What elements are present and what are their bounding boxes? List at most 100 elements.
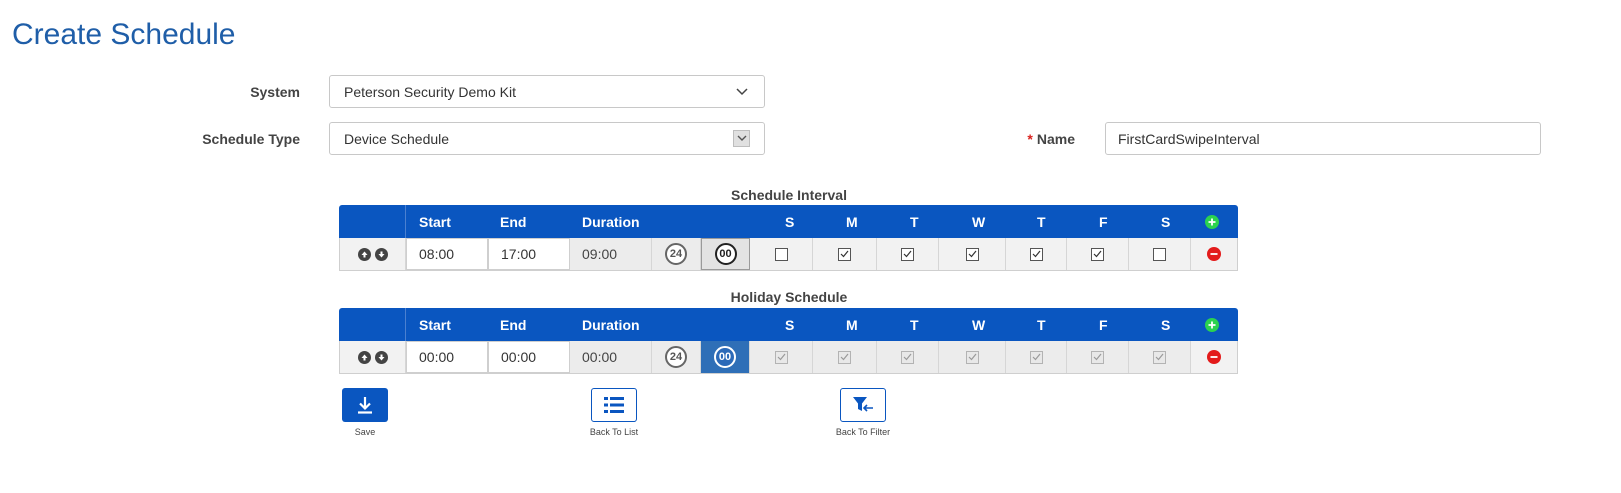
name-label-text: Name bbox=[1036, 131, 1075, 147]
clock-24-icon: 24 bbox=[665, 346, 687, 368]
required-mark: * bbox=[1027, 131, 1033, 147]
start-time-input[interactable]: 00:00 bbox=[406, 341, 488, 373]
arrow-down-icon[interactable] bbox=[374, 350, 388, 364]
day-fri-checkbox[interactable] bbox=[1067, 238, 1129, 270]
header-day-sun: S bbox=[785, 213, 795, 230]
zero-00-button[interactable]: 00 bbox=[701, 341, 750, 373]
name-input[interactable]: FirstCardSwipeInterval bbox=[1105, 122, 1541, 155]
minus-icon bbox=[1207, 350, 1221, 364]
end-time-input[interactable]: 00:00 bbox=[488, 341, 570, 373]
schedule-interval-header: Start End Duration S M T W T F S bbox=[339, 205, 1238, 238]
reorder-controls bbox=[340, 341, 406, 373]
header-day-sat: S bbox=[1161, 213, 1171, 230]
duration-value: 09:00 bbox=[570, 238, 652, 270]
save-button[interactable] bbox=[342, 388, 388, 422]
day-sun-checkbox[interactable] bbox=[750, 238, 813, 270]
header-duration: Duration bbox=[582, 316, 640, 333]
header-day-wed: W bbox=[972, 316, 986, 333]
checkbox-icon bbox=[1091, 350, 1104, 364]
start-time-input[interactable]: 08:00 bbox=[406, 238, 488, 270]
header-day-tue: T bbox=[910, 213, 919, 230]
day-sun-checkbox bbox=[750, 341, 813, 373]
chevron-down-icon bbox=[733, 130, 750, 147]
all-day-24-button[interactable]: 24 bbox=[652, 341, 701, 373]
back-to-list-button[interactable] bbox=[591, 388, 637, 422]
clock-24-icon: 24 bbox=[665, 243, 687, 265]
plus-icon bbox=[1205, 214, 1219, 229]
system-label: System bbox=[250, 84, 300, 100]
remove-holiday-button[interactable] bbox=[1191, 341, 1237, 373]
filter-back-icon bbox=[853, 397, 873, 412]
header-end: End bbox=[500, 316, 527, 333]
arrow-up-icon[interactable] bbox=[357, 247, 371, 261]
save-action: Save bbox=[325, 388, 405, 437]
remove-interval-button[interactable] bbox=[1191, 238, 1237, 270]
save-label: Save bbox=[354, 427, 376, 437]
back-to-list-action: Back To List bbox=[574, 388, 654, 437]
header-day-fri: F bbox=[1099, 316, 1108, 333]
page-title: Create Schedule bbox=[12, 18, 236, 51]
day-sat-checkbox[interactable] bbox=[1129, 238, 1191, 270]
header-divider bbox=[405, 308, 406, 341]
name-label: * Name bbox=[1000, 131, 1075, 147]
header-day-mon: M bbox=[846, 316, 858, 333]
schedule-interval-title: Schedule Interval bbox=[731, 187, 847, 203]
clock-00-icon: 00 bbox=[714, 243, 737, 265]
day-thu-checkbox bbox=[1006, 341, 1067, 373]
duration-value: 00:00 bbox=[570, 341, 652, 373]
header-start: Start bbox=[419, 316, 451, 333]
back-to-filter-action: Back To Filter bbox=[823, 388, 903, 437]
back-to-filter-button[interactable] bbox=[840, 388, 886, 422]
header-divider bbox=[405, 205, 406, 238]
header-day-sat: S bbox=[1161, 316, 1171, 333]
header-day-wed: W bbox=[972, 213, 986, 230]
day-wed-checkbox bbox=[939, 341, 1006, 373]
checkbox-icon bbox=[1153, 247, 1166, 261]
list-icon bbox=[604, 397, 624, 413]
checkbox-icon bbox=[774, 350, 788, 364]
checkbox-icon bbox=[1091, 247, 1104, 261]
day-tue-checkbox bbox=[877, 341, 939, 373]
header-end: End bbox=[500, 213, 527, 230]
minus-icon bbox=[1207, 247, 1221, 261]
checkbox-icon bbox=[774, 247, 788, 261]
day-wed-checkbox[interactable] bbox=[939, 238, 1006, 270]
chevron-down-icon bbox=[734, 84, 750, 100]
header-day-tue: T bbox=[910, 316, 919, 333]
clock-00-icon: 00 bbox=[714, 346, 736, 368]
day-mon-checkbox bbox=[813, 341, 877, 373]
header-day-fri: F bbox=[1099, 213, 1108, 230]
arrow-up-icon[interactable] bbox=[357, 350, 371, 364]
zero-00-button[interactable]: 00 bbox=[701, 238, 750, 270]
day-mon-checkbox[interactable] bbox=[813, 238, 877, 270]
add-interval-button[interactable] bbox=[1205, 205, 1219, 238]
checkbox-icon bbox=[901, 247, 914, 261]
checkbox-icon bbox=[1029, 350, 1043, 364]
day-tue-checkbox[interactable] bbox=[877, 238, 939, 270]
header-day-mon: M bbox=[846, 213, 858, 230]
end-time-input[interactable]: 17:00 bbox=[488, 238, 570, 270]
add-holiday-button[interactable] bbox=[1205, 308, 1219, 341]
day-sat-checkbox bbox=[1129, 341, 1191, 373]
back-to-filter-label: Back To Filter bbox=[835, 427, 891, 437]
checkbox-icon bbox=[965, 350, 979, 364]
system-select[interactable]: Peterson Security Demo Kit bbox=[329, 75, 765, 108]
header-day-thu: T bbox=[1037, 213, 1046, 230]
checkbox-icon bbox=[838, 247, 851, 261]
holiday-schedule-title: Holiday Schedule bbox=[730, 289, 848, 305]
header-start: Start bbox=[419, 213, 451, 230]
checkbox-icon bbox=[1153, 350, 1166, 364]
schedule-interval-grid: Start End Duration S M T W T F S 08:00 1… bbox=[339, 205, 1238, 271]
checkbox-icon bbox=[1029, 247, 1043, 261]
checkbox-icon bbox=[965, 247, 979, 261]
holiday-schedule-grid: Start End Duration S M T W T F S 00:00 0… bbox=[339, 308, 1238, 374]
checkbox-icon bbox=[838, 350, 851, 364]
schedule-type-select[interactable]: Device Schedule bbox=[329, 122, 765, 155]
system-select-value: Peterson Security Demo Kit bbox=[344, 83, 516, 100]
arrow-down-icon[interactable] bbox=[374, 247, 388, 261]
day-thu-checkbox[interactable] bbox=[1006, 238, 1067, 270]
schedule-type-label: Schedule Type bbox=[202, 131, 300, 147]
header-day-sun: S bbox=[785, 316, 795, 333]
download-icon bbox=[358, 397, 372, 414]
all-day-24-button[interactable]: 24 bbox=[652, 238, 701, 270]
